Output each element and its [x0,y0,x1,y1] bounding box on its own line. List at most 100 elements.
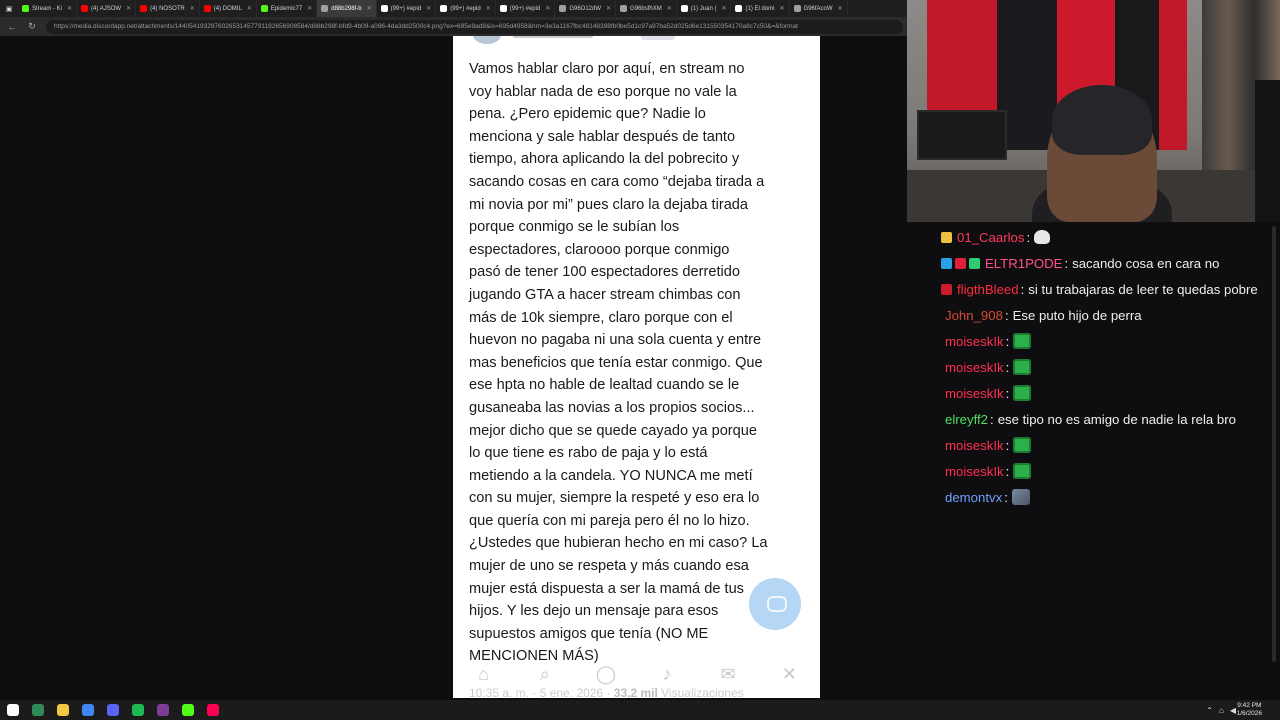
tab-close-icon[interactable]: ✕ [606,5,611,12]
volume-icon[interactable]: ◀ [1230,706,1236,715]
webcam-feed [907,0,1280,222]
tray-chevron-icon[interactable]: ⌃ [1206,706,1213,715]
browser-tab[interactable]: G96fAcoW ✕ [790,0,848,17]
tab-close-icon[interactable]: ✕ [367,5,372,12]
chat-badge-icon [955,257,966,269]
browser-tab[interactable]: (99+) #epid ✕ [496,0,556,17]
chat-scrollbar[interactable] [1272,226,1276,662]
tab-label: (4) AJSOW [91,5,122,12]
browser-tab[interactable]: (4) NOSOTR ✕ [136,0,200,17]
chat-username[interactable]: moiseskIk [945,334,1004,349]
chat-message: fligthBleed: si tu trabajaras de leer te … [941,276,1258,302]
chat-badges [941,283,952,295]
chat-username[interactable]: elreyff2 [945,412,988,427]
chat-username[interactable]: moiseskIk [945,464,1004,479]
tab-label: G96fAcoW [803,5,833,12]
tab-label: G96bsfhXM [630,5,662,12]
chat-username[interactable]: ELTR1PODE [985,256,1062,271]
tab-close-icon[interactable]: ✕ [667,5,672,12]
reload-icon[interactable]: ↻ [26,21,38,32]
taskbar-discord-icon[interactable] [100,700,125,720]
chat-emote-icon [1034,230,1051,244]
chat-username[interactable]: 01_Caarlos [957,230,1024,245]
chat-separator: : [1064,255,1069,271]
chat-username[interactable]: demontvx [945,490,1002,505]
browser-tab[interactable]: G96O12dW ✕ [555,0,617,17]
window-menu-icon[interactable]: ▣ [0,5,18,13]
chat-message: John_908: Ese puto hijo de perra [945,302,1142,328]
chat-panel: 01_Caarlos: ELTR1PODE: sacando cosa en car… [907,222,1280,700]
chat-separator: : [1026,229,1031,245]
tab-close-icon[interactable]: ✕ [426,5,431,12]
tab-label: (1) Juan ( [690,5,717,12]
chat-emote-icon [1013,437,1032,453]
url-field[interactable]: https://media.discordapp.net/attachments… [46,19,903,34]
grok-icon[interactable]: ◯ [594,662,618,686]
browser-tab[interactable]: Stream - Ki ✕ [18,0,78,17]
tab-favicon-icon [22,5,29,12]
monitor [917,110,1007,160]
taskbar-files-icon[interactable] [50,700,75,720]
taskbar-terminal-icon[interactable] [25,700,50,720]
tab-label: Epidemic77 [270,5,303,12]
red-curtain [1159,0,1187,150]
post-body-text: Vamos hablar claro por aquí, en stream n… [469,61,768,665]
browser-tab[interactable]: G96bsfhXM ✕ [616,0,677,17]
browser-tab[interactable]: Epidemic77 ✕ [257,0,318,17]
taskbar-start-icon[interactable] [0,700,25,720]
home-icon[interactable]: ⌂ [472,662,496,686]
bell-icon[interactable]: ♪ [655,662,679,686]
tab-close-icon[interactable]: ✕ [721,5,726,12]
taskbar-obs-icon[interactable] [150,700,175,720]
chat-message: ELTR1PODE: sacando cosa en cara no [941,250,1219,276]
search-icon[interactable]: ⌕ [533,662,557,686]
tab-close-icon[interactable]: ✕ [780,5,785,12]
tab-close-icon[interactable]: ✕ [838,5,843,12]
system-tray: ⌃ ⌂ ◀ [1206,700,1236,720]
chat-separator: : [1004,307,1009,323]
tab-close-icon[interactable]: ✕ [307,5,312,12]
mail-icon[interactable]: ✉ [716,662,740,686]
browser-tab[interactable]: (99+) #epid ✕ [436,0,496,17]
tab-label: d88b298f-b [331,5,362,12]
post-bottom-nav: ⌂ ⌕ ◯ ♪ ✉ ✕ [453,660,820,688]
chat-username[interactable]: moiseskIk [945,360,1004,375]
browser-tab[interactable]: (99+) #epid ✕ [377,0,437,17]
taskbar-kick-icon[interactable] [175,700,200,720]
tab-close-icon[interactable]: ✕ [67,5,72,12]
tab-label: Stream - Ki [32,5,63,12]
chat-separator: : [1020,281,1025,297]
chat-badge-icon [941,231,952,243]
chat-username[interactable]: John_908 [945,308,1003,323]
browser-tab[interactable]: (1) Juan ( ✕ [677,0,732,17]
back-icon[interactable]: ← [6,22,18,32]
tab-close-icon[interactable]: ✕ [545,5,550,12]
tab-close-icon[interactable]: ✕ [486,5,491,12]
chat-message: moiseskIk: [945,328,1032,354]
browser-tab[interactable]: d88b298f-b ✕ [317,0,377,17]
post-timestamp: 10:35 a. m. · 5 ene. 2026 · [469,686,611,698]
browser-tab[interactable]: (4) DOMIL ✕ [200,0,257,17]
taskbar-tiktok-icon[interactable] [200,700,225,720]
chat-username[interactable]: fligthBleed [957,282,1019,297]
post-screenshot: Vamos hablar claro por aquí, en stream n… [453,36,820,698]
tab-close-icon[interactable]: ✕ [126,5,131,12]
network-icon[interactable]: ⌂ [1219,706,1224,715]
x-logo-icon[interactable]: ✕ [777,662,801,686]
chat-text: Ese puto hijo de perra [1012,307,1142,323]
chat-emote-icon [1013,463,1032,479]
tab-close-icon[interactable]: ✕ [190,5,195,12]
post-handle [513,36,593,38]
tab-favicon-icon [140,5,148,12]
chrome-icon [81,704,94,716]
taskbar-spotify-icon[interactable] [125,700,150,720]
chat-username[interactable]: moiseskIk [945,386,1004,401]
taskbar-chrome-icon[interactable] [75,700,100,720]
taskbar-clock[interactable]: 9:42 PM 1/6/2026 [1237,702,1262,718]
tab-close-icon[interactable]: ✕ [247,5,252,12]
browser-tab[interactable]: (1) El domi ✕ [731,0,790,17]
browser-tab[interactable]: (4) AJSOW ✕ [77,0,137,17]
tab-favicon-icon [260,5,268,12]
chat-username[interactable]: moiseskIk [945,438,1004,453]
compose-fab-icon[interactable] [749,578,801,630]
